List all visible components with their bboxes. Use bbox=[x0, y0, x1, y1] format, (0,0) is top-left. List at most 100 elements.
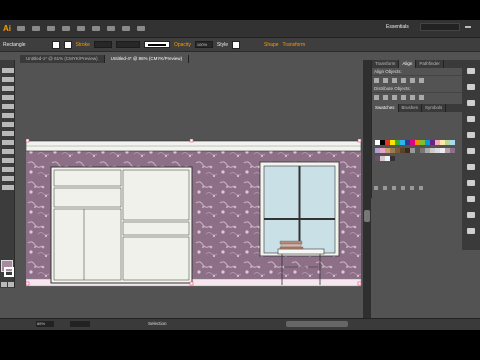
menu-item[interactable] bbox=[122, 26, 130, 31]
direct-selection-tool-icon[interactable] bbox=[8, 68, 14, 73]
zoom-field[interactable]: 86% bbox=[36, 321, 54, 327]
eraser-icon[interactable] bbox=[8, 113, 14, 118]
distribute-objects-label: Distribute Objects: bbox=[372, 85, 462, 93]
menu-item[interactable] bbox=[62, 26, 70, 31]
distribute-right-icon[interactable] bbox=[419, 95, 424, 100]
illustrator-window: Ai Essentials Rectangle Stroke Opacity 1… bbox=[0, 20, 480, 330]
free-transform-icon[interactable] bbox=[8, 131, 14, 136]
scrollbar-thumb[interactable] bbox=[364, 210, 370, 222]
artboard-navigator[interactable] bbox=[70, 321, 90, 327]
swatch-options-icon[interactable] bbox=[392, 186, 396, 190]
line-tool-icon[interactable] bbox=[8, 95, 14, 100]
lasso-icon[interactable] bbox=[8, 77, 14, 82]
curvature-tool-icon[interactable] bbox=[8, 86, 14, 91]
new-color-group-icon[interactable] bbox=[401, 186, 405, 190]
color-guide-icon[interactable] bbox=[467, 84, 475, 90]
tab-transform[interactable]: Transform bbox=[372, 60, 400, 68]
document-tabs: Untitled-1* @ 61% (CMYK/Preview) Untitle… bbox=[20, 55, 190, 63]
align-right-icon[interactable] bbox=[392, 78, 397, 83]
color-mode-icon[interactable] bbox=[1, 282, 7, 287]
properties-panel: Transform Align Pathfinder Align Objects… bbox=[371, 60, 462, 198]
stroke-panel-icon[interactable] bbox=[467, 132, 475, 138]
app-logo: Ai bbox=[3, 24, 11, 33]
distribute-vcenter-icon[interactable] bbox=[383, 95, 388, 100]
canvas-vertical-scrollbar[interactable] bbox=[363, 60, 371, 330]
graphic-styles-icon[interactable] bbox=[467, 196, 475, 202]
distribute-hcenter-icon[interactable] bbox=[410, 95, 415, 100]
swatch[interactable] bbox=[450, 148, 455, 153]
new-swatch-icon[interactable] bbox=[410, 186, 414, 190]
fill-swatch[interactable] bbox=[51, 40, 60, 49]
book-stack[interactable] bbox=[279, 240, 304, 250]
align-hcenter-icon[interactable] bbox=[383, 78, 388, 83]
menu-item[interactable] bbox=[107, 26, 115, 31]
stroke-label[interactable]: Stroke bbox=[76, 42, 90, 48]
tab-pathfinder[interactable]: Pathfinder bbox=[416, 60, 444, 68]
menu-item[interactable] bbox=[137, 26, 145, 31]
minimize-icon[interactable] bbox=[465, 26, 471, 28]
align-vcenter-icon[interactable] bbox=[410, 78, 415, 83]
menu-item[interactable] bbox=[77, 26, 85, 31]
workspace-switcher[interactable]: Essentials bbox=[386, 24, 409, 30]
tab-swatches[interactable]: Swatches bbox=[372, 104, 399, 112]
symbols-panel-icon[interactable] bbox=[467, 116, 475, 122]
zoom-tool-icon[interactable] bbox=[8, 185, 14, 190]
tab-untitled-1[interactable]: Untitled-1* @ 61% (CMYK/Preview) bbox=[20, 55, 105, 63]
scale-tool-icon[interactable] bbox=[8, 122, 14, 127]
stroke-color-box[interactable] bbox=[4, 267, 14, 277]
stroke-weight-field[interactable] bbox=[93, 41, 112, 48]
align-left-icon[interactable] bbox=[374, 78, 379, 83]
tab-symbols[interactable]: Symbols bbox=[422, 104, 447, 112]
swatch[interactable] bbox=[390, 156, 395, 161]
brushes-panel-icon[interactable] bbox=[467, 100, 475, 106]
align-top-icon[interactable] bbox=[401, 78, 406, 83]
distribute-bottom-icon[interactable] bbox=[392, 95, 397, 100]
align-bottom-icon[interactable] bbox=[419, 78, 424, 83]
paintbrush-icon[interactable] bbox=[8, 104, 14, 109]
current-tool-label: Selection bbox=[148, 321, 167, 326]
artboards-panel-icon[interactable] bbox=[467, 228, 475, 234]
gradient-tool-icon[interactable] bbox=[8, 149, 14, 154]
variable-width-field[interactable] bbox=[115, 41, 140, 48]
tools-panel bbox=[0, 60, 15, 288]
distribute-buttons bbox=[372, 93, 462, 102]
transparency-panel-icon[interactable] bbox=[467, 164, 475, 170]
horizontal-scrollbar[interactable] bbox=[286, 321, 348, 327]
distribute-left-icon[interactable] bbox=[401, 95, 406, 100]
layers-panel-icon[interactable] bbox=[467, 212, 475, 218]
appearance-panel-icon[interactable] bbox=[467, 180, 475, 186]
tab-untitled-4[interactable]: Untitled-4* @ 86% (CMYK/Preview) bbox=[104, 55, 190, 63]
show-kinds-icon[interactable] bbox=[383, 186, 387, 190]
style-swatch[interactable] bbox=[232, 40, 241, 49]
opacity-field[interactable]: 100% bbox=[194, 41, 213, 48]
blend-tool-icon[interactable] bbox=[8, 158, 14, 163]
swatch[interactable] bbox=[450, 140, 455, 145]
delete-swatch-icon[interactable] bbox=[419, 186, 423, 190]
align-objects-label: Align Objects: bbox=[372, 68, 462, 76]
gradient-mode-icon[interactable] bbox=[8, 282, 14, 287]
color-panel-icon[interactable] bbox=[467, 68, 475, 74]
panel-tabs-bottom: Swatches Brushes Symbols bbox=[372, 104, 462, 112]
gradient-panel-icon[interactable] bbox=[467, 148, 475, 154]
align-buttons bbox=[372, 76, 462, 85]
brush-definition-dropdown[interactable] bbox=[143, 41, 170, 48]
transform-link[interactable]: Transform bbox=[283, 42, 306, 48]
tab-brushes[interactable]: Brushes bbox=[399, 104, 423, 112]
swatch-libraries-icon[interactable] bbox=[374, 186, 378, 190]
search-input[interactable] bbox=[420, 23, 460, 31]
column-graph-icon[interactable] bbox=[8, 167, 14, 172]
shape-link[interactable]: Shape bbox=[264, 42, 278, 48]
stroke-swatch[interactable] bbox=[63, 40, 72, 49]
menu-item[interactable] bbox=[17, 26, 25, 31]
opacity-label[interactable]: Opacity bbox=[174, 42, 191, 48]
slice-tool-icon[interactable] bbox=[8, 176, 14, 181]
menu-item[interactable] bbox=[47, 26, 55, 31]
perspective-grid-icon[interactable] bbox=[8, 140, 14, 145]
menu-item[interactable] bbox=[92, 26, 100, 31]
wardrobe[interactable] bbox=[50, 166, 193, 284]
menu-item[interactable] bbox=[32, 26, 40, 31]
tab-align[interactable]: Align bbox=[399, 60, 417, 68]
distribute-top-icon[interactable] bbox=[374, 95, 379, 100]
menu-bar bbox=[17, 26, 145, 31]
panel-tabs-top: Transform Align Pathfinder bbox=[372, 60, 462, 68]
